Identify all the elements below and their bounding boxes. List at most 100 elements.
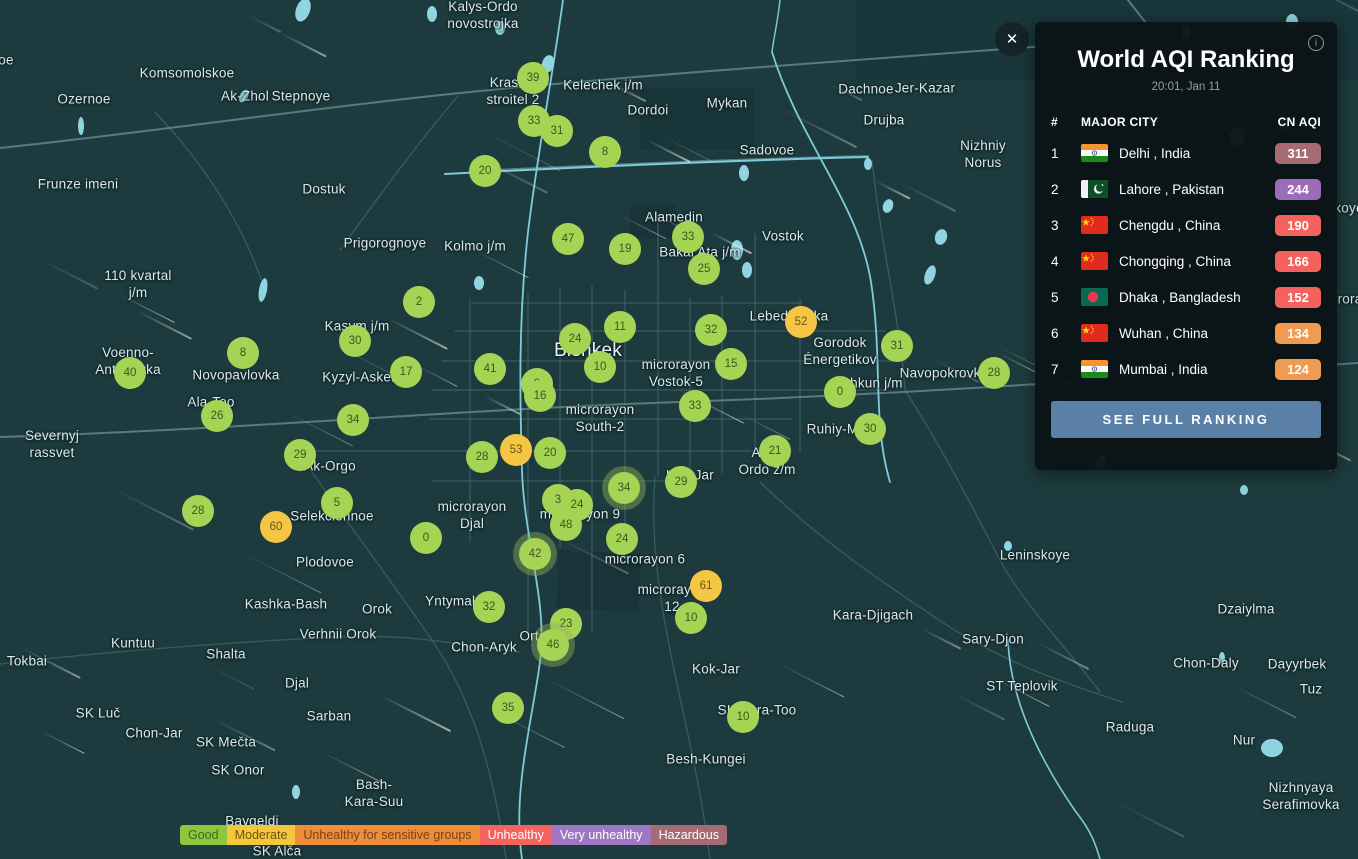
ranking-row[interactable]: 3 Chengdu , China190 xyxy=(1051,207,1321,243)
station-marker[interactable]: 11 xyxy=(604,311,636,343)
station-marker[interactable]: 10 xyxy=(584,351,616,383)
station-marker[interactable]: 0 xyxy=(824,376,856,408)
panel-title: World AQI Ranking xyxy=(1035,46,1337,74)
ranking-row[interactable]: 7 Mumbai , India124 xyxy=(1051,351,1321,387)
aqi-map[interactable]: oeKomsomolskoeOzernoeAk-ZholStepnoyeFrun… xyxy=(0,0,1358,859)
station-marker[interactable]: 39 xyxy=(517,62,549,94)
legend-item-unhealthy: Unhealthy xyxy=(480,825,552,845)
station-marker[interactable]: 25 xyxy=(688,253,720,285)
station-marker[interactable]: 10 xyxy=(727,701,759,733)
flag-in-icon xyxy=(1081,144,1108,162)
station-marker[interactable]: 32 xyxy=(473,591,505,623)
see-full-ranking-button[interactable]: SEE FULL RANKING xyxy=(1051,401,1321,438)
station-marker[interactable]: 29 xyxy=(284,439,316,471)
column-city: MAJOR CITY xyxy=(1081,115,1271,129)
station-marker[interactable]: 42 xyxy=(519,538,551,570)
station-marker[interactable]: 60 xyxy=(260,511,292,543)
rank-number: 7 xyxy=(1051,362,1081,377)
station-marker[interactable]: 2 xyxy=(403,286,435,318)
station-marker[interactable]: 31 xyxy=(881,330,913,362)
station-marker[interactable]: 32 xyxy=(695,314,727,346)
station-marker[interactable]: 30 xyxy=(339,325,371,357)
close-button[interactable]: ✕ xyxy=(995,22,1029,56)
station-marker[interactable]: 8 xyxy=(227,337,259,369)
aqi-badge: 244 xyxy=(1275,179,1321,200)
station-marker[interactable]: 20 xyxy=(534,437,566,469)
rank-number: 1 xyxy=(1051,146,1081,161)
station-marker[interactable]: 41 xyxy=(474,353,506,385)
legend-item-unhealthy-for-sensitive-groups: Unhealthy for sensitive groups xyxy=(295,825,479,845)
ranking-row[interactable]: 5 Dhaka , Bangladesh152 xyxy=(1051,279,1321,315)
table-header: # MAJOR CITY CN AQI xyxy=(1035,115,1337,129)
station-marker[interactable]: 61 xyxy=(690,570,722,602)
flag-pk-icon xyxy=(1081,180,1108,198)
column-rank: # xyxy=(1051,115,1081,129)
station-marker[interactable]: 0 xyxy=(410,522,442,554)
legend-item-hazardous: Hazardous xyxy=(651,825,727,845)
station-marker[interactable]: 24 xyxy=(559,323,591,355)
rank-number: 2 xyxy=(1051,182,1081,197)
aqi-badge: 311 xyxy=(1275,143,1321,164)
station-marker[interactable]: 40 xyxy=(114,357,146,389)
station-marker[interactable]: 29 xyxy=(665,466,697,498)
column-aqi: CN AQI xyxy=(1271,115,1321,129)
station-marker[interactable]: 48 xyxy=(550,509,582,541)
flag-bd-icon xyxy=(1081,288,1108,306)
station-marker[interactable]: 33 xyxy=(672,221,704,253)
station-marker[interactable]: 34 xyxy=(608,472,640,504)
ranking-panel: i World AQI Ranking 20:01, Jan 11 # MAJO… xyxy=(1035,22,1337,470)
station-marker[interactable]: 31 xyxy=(541,115,573,147)
station-marker[interactable]: 21 xyxy=(759,435,791,467)
station-marker[interactable]: 46 xyxy=(537,629,569,661)
ranking-row[interactable]: 2Lahore , Pakistan244 xyxy=(1051,171,1321,207)
station-marker[interactable]: 30 xyxy=(854,413,886,445)
aqi-badge: 134 xyxy=(1275,323,1321,344)
station-marker[interactable]: 24 xyxy=(606,523,638,555)
aqi-badge: 152 xyxy=(1275,287,1321,308)
ranking-row[interactable]: 4 Chongqing , China166 xyxy=(1051,243,1321,279)
aqi-badge: 166 xyxy=(1275,251,1321,272)
city-name: Delhi , India xyxy=(1119,146,1275,161)
city-name: Mumbai , India xyxy=(1119,362,1275,377)
station-marker[interactable]: 28 xyxy=(466,441,498,473)
legend-item-very-unhealthy: Very unhealthy xyxy=(552,825,651,845)
station-marker[interactable]: 8 xyxy=(589,136,621,168)
station-marker[interactable]: 52 xyxy=(785,306,817,338)
flag-cn-icon xyxy=(1081,252,1108,270)
station-marker[interactable]: 35 xyxy=(492,692,524,724)
aqi-badge: 124 xyxy=(1275,359,1321,380)
city-name: Chongqing , China xyxy=(1119,254,1275,269)
close-icon: ✕ xyxy=(1006,30,1019,48)
station-marker[interactable]: 33 xyxy=(679,390,711,422)
aqi-legend: GoodModerateUnhealthy for sensitive grou… xyxy=(180,825,727,845)
ranking-rows: 1 Delhi , India311 2Lahore , Pakistan244 3 C… xyxy=(1035,135,1337,387)
aqi-badge: 190 xyxy=(1275,215,1321,236)
ranking-row[interactable]: 6Wuhan , China134 xyxy=(1051,315,1321,351)
station-marker[interactable]: 20 xyxy=(469,155,501,187)
station-marker[interactable]: 5 xyxy=(321,487,353,519)
station-marker[interactable]: 15 xyxy=(715,348,747,380)
station-marker[interactable]: 28 xyxy=(978,357,1010,389)
city-name: Wuhan , China xyxy=(1119,326,1275,341)
station-marker[interactable]: 28 xyxy=(182,495,214,527)
ranking-row[interactable]: 1 Delhi , India311 xyxy=(1051,135,1321,171)
station-marker[interactable]: 26 xyxy=(201,400,233,432)
info-icon[interactable]: i xyxy=(1308,35,1324,51)
legend-item-moderate: Moderate xyxy=(227,825,296,845)
rank-number: 3 xyxy=(1051,218,1081,233)
legend-item-good: Good xyxy=(180,825,227,845)
flag-cn-icon xyxy=(1081,324,1108,342)
rank-number: 4 xyxy=(1051,254,1081,269)
rank-number: 5 xyxy=(1051,290,1081,305)
station-marker[interactable]: 34 xyxy=(337,404,369,436)
station-marker[interactable]: 53 xyxy=(500,434,532,466)
station-marker[interactable]: 19 xyxy=(609,233,641,265)
station-marker[interactable]: 17 xyxy=(390,356,422,388)
panel-timestamp: 20:01, Jan 11 xyxy=(1035,81,1337,93)
station-marker[interactable]: 47 xyxy=(552,223,584,255)
flag-cn-icon xyxy=(1081,216,1108,234)
city-name: Chengdu , China xyxy=(1119,218,1275,233)
station-marker[interactable]: 16 xyxy=(524,380,556,412)
station-marker[interactable]: 10 xyxy=(675,602,707,634)
city-name: Dhaka , Bangladesh xyxy=(1119,290,1275,305)
